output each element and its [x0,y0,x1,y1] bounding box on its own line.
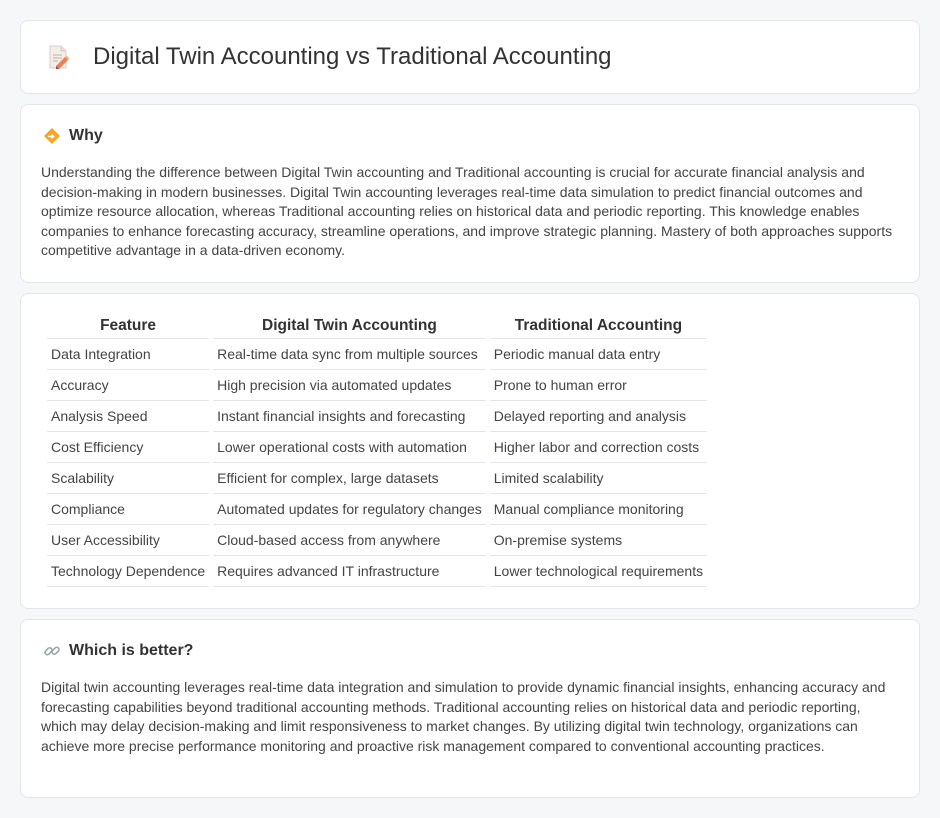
table-cell: Lower operational costs with automation [213,432,486,463]
header-card: Digital Twin Accounting vs Traditional A… [20,20,920,94]
table-cell: Requires advanced IT infrastructure [213,556,486,587]
table-cell: Higher labor and correction costs [489,432,708,463]
table-cell: On-premise systems [489,525,708,556]
table-cell: Lower technological requirements [489,556,708,587]
why-text: Understanding the difference between Dig… [41,164,893,258]
table-cell: Scalability [47,463,210,494]
better-heading-row: Which is better? [43,642,899,660]
table-cell: High precision via automated updates [213,370,486,401]
table-cell: Analysis Speed [47,401,210,432]
table-row: Compliance Automated updates for regulat… [47,494,708,525]
table-row: Scalability Efficient for complex, large… [47,463,708,494]
page-title: Digital Twin Accounting vs Traditional A… [93,43,612,70]
table-cell: Periodic manual data entry [489,339,708,370]
column-header-traditional: Traditional Accounting [489,316,708,339]
column-header-feature: Feature [47,316,210,339]
why-heading-row: Why [43,127,899,145]
table-header-row: Feature Digital Twin Accounting Traditio… [47,316,708,339]
table-cell: Instant financial insights and forecasti… [213,401,486,432]
table-row: Accuracy High precision via automated up… [47,370,708,401]
why-section: Why Understanding the difference between… [20,104,920,283]
table-cell: Real-time data sync from multiple source… [213,339,486,370]
table-cell: Limited scalability [489,463,708,494]
better-heading: Which is better? [69,642,194,659]
table-cell: Compliance [47,494,210,525]
column-header-digital-twin: Digital Twin Accounting [213,316,486,339]
table-cell: Cost Efficiency [47,432,210,463]
document-pencil-icon [45,44,71,70]
link-icon [43,642,61,660]
which-is-better-section: Which is better? Digital twin accounting… [20,619,920,798]
table-cell: Technology Dependence [47,556,210,587]
table-row: User Accessibility Cloud-based access fr… [47,525,708,556]
table-row: Data Integration Real-time data sync fro… [47,339,708,370]
table-cell: User Accessibility [47,525,210,556]
why-heading: Why [69,127,103,144]
table-cell: Data Integration [47,339,210,370]
table-cell: Efficient for complex, large datasets [213,463,486,494]
table-row: Cost Efficiency Lower operational costs … [47,432,708,463]
comparison-table: Feature Digital Twin Accounting Traditio… [43,316,711,587]
table-cell: Manual compliance monitoring [489,494,708,525]
comparison-section: Feature Digital Twin Accounting Traditio… [20,293,920,609]
table-cell: Accuracy [47,370,210,401]
better-text: Digital twin accounting leverages real-t… [41,679,886,754]
table-cell: Cloud-based access from anywhere [213,525,486,556]
warning-diamond-icon [43,127,61,145]
table-row: Analysis Speed Instant financial insight… [47,401,708,432]
table-cell: Automated updates for regulatory changes [213,494,486,525]
table-row: Technology Dependence Requires advanced … [47,556,708,587]
table-cell: Delayed reporting and analysis [489,401,708,432]
table-cell: Prone to human error [489,370,708,401]
